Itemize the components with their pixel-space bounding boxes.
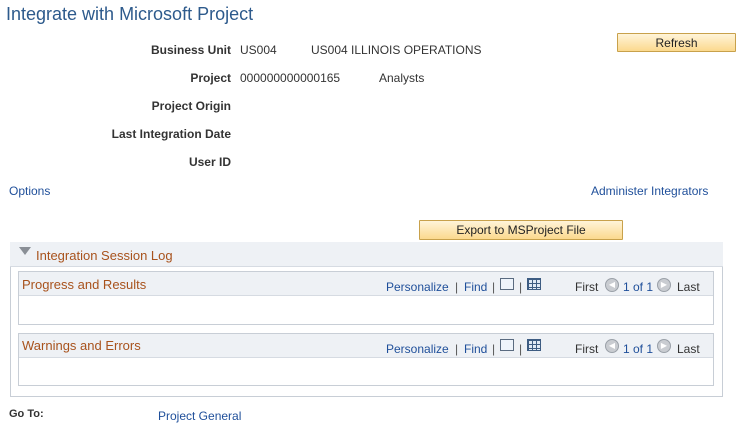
view-all-icon[interactable] [500,339,514,351]
find-link[interactable]: Find [464,342,487,356]
project-label: Project [190,71,231,85]
warnings-errors-title: Warnings and Errors [22,338,141,353]
first-label: First [575,342,599,356]
project-origin-label: Project Origin [151,99,231,113]
download-spreadsheet-icon[interactable] [527,278,541,290]
previous-arrow-icon[interactable]: ◀ [605,339,619,353]
view-all-icon[interactable] [500,278,514,290]
next-arrow-icon[interactable]: ▶ [657,278,671,292]
collapse-triangle-icon[interactable] [19,247,31,255]
project-description: Analysts [379,71,425,85]
export-msproject-button[interactable]: Export to MSProject File [419,220,623,240]
separator: | [519,342,523,356]
next-arrow-icon[interactable]: ▶ [657,339,671,353]
business-unit-label: Business Unit [150,43,231,57]
business-unit-code: US004 [240,43,277,57]
download-spreadsheet-icon[interactable] [527,339,541,351]
page-title: Integrate with Microsoft Project [6,4,254,24]
first-label: First [575,280,599,294]
refresh-button[interactable]: Refresh [617,33,736,52]
separator: | [519,280,523,294]
separator: | [492,342,496,356]
integration-session-log-title[interactable]: Integration Session Log [36,248,173,263]
progress-results-title: Progress and Results [22,277,147,292]
goto-label: Go To: [9,408,44,420]
last-integration-date-label: Last Integration Date [111,127,231,141]
separator: | [492,280,496,294]
separator: | [455,342,459,356]
administer-integrators-link[interactable]: Administer Integrators [591,184,708,198]
previous-arrow-icon[interactable]: ◀ [605,278,619,292]
row-count[interactable]: 1 of 1 [623,342,653,356]
business-unit-description: US004 ILLINOIS OPERATIONS [311,43,482,57]
separator: | [455,280,459,294]
personalize-link[interactable]: Personalize [386,342,449,356]
personalize-link[interactable]: Personalize [386,280,449,294]
user-id-label: User ID [188,155,231,169]
find-link[interactable]: Find [464,280,487,294]
project-code: 000000000000165 [240,71,341,85]
options-link[interactable]: Options [9,184,50,198]
last-label: Last [677,280,700,294]
last-label: Last [677,342,700,356]
project-general-link[interactable]: Project General [158,409,241,423]
row-count[interactable]: 1 of 1 [623,280,653,294]
